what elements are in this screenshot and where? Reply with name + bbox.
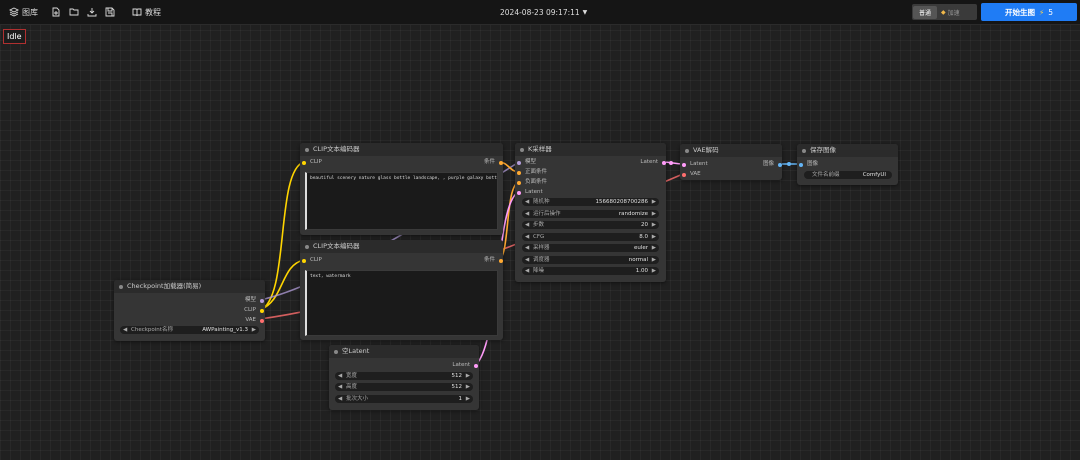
link-clip-neg [259, 259, 305, 311]
cfg-widget[interactable]: ◀ CFG 8.0 ▶ [522, 233, 659, 241]
node-title: K采样器 [515, 143, 666, 156]
input-latent[interactable]: Latent [517, 189, 543, 196]
input-vae[interactable]: VAE [682, 171, 701, 178]
input-clip[interactable]: CLIP [302, 257, 322, 264]
input-negative[interactable]: 负面条件 [517, 179, 547, 186]
output-image[interactable]: 图像 [763, 161, 782, 168]
denoise-widget[interactable]: ◀ 降噪 1.00 ▶ [522, 267, 659, 275]
node-title: Checkpoint加载器(简易) [114, 280, 265, 293]
control-after-generate-widget[interactable]: ◀ 运行后操作 randomize ▶ [522, 210, 659, 218]
input-latent[interactable]: Latent [682, 161, 708, 168]
input-model[interactable]: 模型 [517, 159, 536, 166]
sampler-widget[interactable]: ◀ 采样器 euler ▶ [522, 244, 659, 252]
width-widget[interactable]: ◀ 宽度 512 ▶ [335, 372, 473, 380]
node-title: CLIP文本编码器 [300, 143, 503, 156]
filename-prefix-widget[interactable]: 文件名前缀 ComfyUI [804, 171, 892, 179]
node-empty-latent[interactable]: 空Latent Latent ◀ 宽度 512 ▶ ◀ 高度 512 ▶ ◀ 批次大小 1 ▶ [329, 345, 479, 410]
node-clip-text-positive[interactable]: CLIP文本编码器 CLIP 条件 beautiful scenery natu… [300, 143, 503, 235]
seed-widget[interactable]: ◀ 随机种 156680208700286 ▶ [522, 198, 659, 206]
output-vae[interactable]: VAE [245, 317, 264, 324]
output-model[interactable]: 模型 [245, 297, 264, 304]
node-title: 空Latent [329, 345, 479, 358]
node-title: 保存图像 [797, 144, 898, 157]
input-clip[interactable]: CLIP [302, 159, 322, 166]
node-vae-decode[interactable]: VAE解码 Latent VAE 图像 [680, 144, 782, 180]
output-conditioning[interactable]: 条件 [484, 257, 503, 264]
scheduler-widget[interactable]: ◀ 调度器 normal ▶ [522, 256, 659, 264]
output-clip[interactable]: CLIP [244, 307, 264, 314]
node-title: VAE解码 [680, 144, 782, 157]
steps-widget[interactable]: ◀ 步数 20 ▶ [522, 221, 659, 229]
node-title: CLIP文本编码器 [300, 240, 503, 253]
node-checkpoint-loader[interactable]: Checkpoint加载器(简易) 模型 CLIP VAE ◀ Checkpoin… [114, 280, 265, 341]
batch-size-widget[interactable]: ◀ 批次大小 1 ▶ [335, 395, 473, 403]
node-ksampler[interactable]: K采样器 模型 正面条件 负面条件 Latent Latent ◀ 随机种 1566… [515, 143, 666, 282]
node-clip-text-negative[interactable]: CLIP文本编码器 CLIP 条件 text, watermark [300, 240, 503, 340]
prompt-textarea[interactable]: beautiful scenery nature glass bottle la… [305, 172, 498, 230]
node-save-image[interactable]: 保存图像 图像 文件名前缀 ComfyUI [797, 144, 898, 185]
input-positive[interactable]: 正面条件 [517, 169, 547, 176]
height-widget[interactable]: ◀ 高度 512 ▶ [335, 383, 473, 391]
output-latent[interactable]: Latent [640, 159, 666, 166]
prompt-textarea[interactable]: text, watermark [305, 270, 498, 336]
output-conditioning[interactable]: 条件 [484, 159, 503, 166]
input-image[interactable]: 图像 [799, 161, 818, 168]
output-latent[interactable]: Latent [452, 362, 478, 369]
ckpt-name-combo[interactable]: ◀ Checkpoint名称 AWPainting_v1.3 ▶ [120, 326, 259, 334]
